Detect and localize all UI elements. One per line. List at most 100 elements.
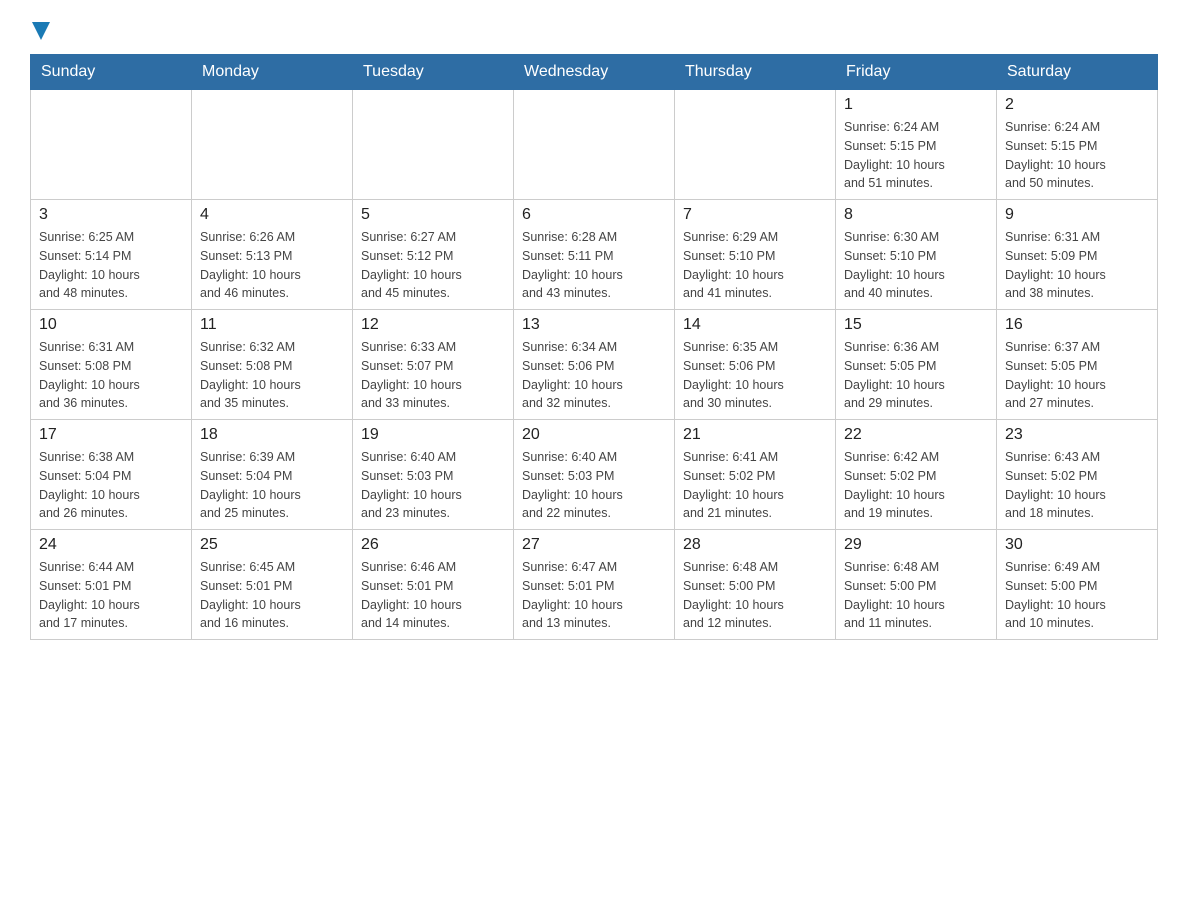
calendar-cell: 10 Sunrise: 6:31 AMSunset: 5:08 PMDayligh… [31,310,192,420]
day-number: 25 [200,536,344,554]
day-sun-info: Sunrise: 6:25 AMSunset: 5:14 PMDaylight:… [39,228,183,303]
day-sun-info: Sunrise: 6:49 AMSunset: 5:00 PMDaylight:… [1005,558,1149,633]
calendar-cell: 7 Sunrise: 6:29 AMSunset: 5:10 PMDaylight… [675,200,836,310]
calendar-week-row: 24 Sunrise: 6:44 AMSunset: 5:01 PMDayligh… [31,530,1158,640]
calendar-cell: 8 Sunrise: 6:30 AMSunset: 5:10 PMDaylight… [836,200,997,310]
calendar-cell: 18 Sunrise: 6:39 AMSunset: 5:04 PMDayligh… [192,420,353,530]
day-number: 3 [39,206,183,224]
page-header [30,20,1158,36]
day-number: 29 [844,536,988,554]
day-sun-info: Sunrise: 6:46 AMSunset: 5:01 PMDaylight:… [361,558,505,633]
day-sun-info: Sunrise: 6:37 AMSunset: 5:05 PMDaylight:… [1005,338,1149,413]
calendar-cell: 17 Sunrise: 6:38 AMSunset: 5:04 PMDayligh… [31,420,192,530]
day-number: 13 [522,316,666,334]
weekday-header-thursday: Thursday [675,55,836,90]
calendar-cell: 24 Sunrise: 6:44 AMSunset: 5:01 PMDayligh… [31,530,192,640]
day-number: 12 [361,316,505,334]
calendar-cell: 23Sunrise: 6:43 AMSunset: 5:02 PMDayligh… [997,420,1158,530]
day-number: 21 [683,426,827,444]
calendar-cell: 30 Sunrise: 6:49 AMSunset: 5:00 PMDayligh… [997,530,1158,640]
weekday-header-row: SundayMondayTuesdayWednesdayThursdayFrid… [31,55,1158,90]
day-sun-info: Sunrise: 6:39 AMSunset: 5:04 PMDaylight:… [200,448,344,523]
calendar-cell: 20 Sunrise: 6:40 AMSunset: 5:03 PMDayligh… [514,420,675,530]
day-sun-info: Sunrise: 6:34 AMSunset: 5:06 PMDaylight:… [522,338,666,413]
calendar-cell: 1Sunrise: 6:24 AMSunset: 5:15 PMDaylight… [836,90,997,200]
calendar-cell: 2 Sunrise: 6:24 AMSunset: 5:15 PMDaylight… [997,90,1158,200]
calendar-cell: 11 Sunrise: 6:32 AMSunset: 5:08 PMDayligh… [192,310,353,420]
weekday-header-monday: Monday [192,55,353,90]
day-sun-info: Sunrise: 6:36 AMSunset: 5:05 PMDaylight:… [844,338,988,413]
day-number: 15 [844,316,988,334]
day-number: 27 [522,536,666,554]
weekday-header-sunday: Sunday [31,55,192,90]
calendar-cell: 4 Sunrise: 6:26 AMSunset: 5:13 PMDaylight… [192,200,353,310]
calendar-cell: 22 Sunrise: 6:42 AMSunset: 5:02 PMDayligh… [836,420,997,530]
day-number: 16 [1005,316,1149,334]
calendar-cell: 9Sunrise: 6:31 AMSunset: 5:09 PMDaylight… [997,200,1158,310]
weekday-header-saturday: Saturday [997,55,1158,90]
day-sun-info: Sunrise: 6:24 AMSunset: 5:15 PMDaylight:… [1005,118,1149,193]
calendar-cell: 12 Sunrise: 6:33 AMSunset: 5:07 PMDayligh… [353,310,514,420]
day-sun-info: Sunrise: 6:44 AMSunset: 5:01 PMDaylight:… [39,558,183,633]
day-number: 26 [361,536,505,554]
day-sun-info: Sunrise: 6:28 AMSunset: 5:11 PMDaylight:… [522,228,666,303]
calendar-cell: 28Sunrise: 6:48 AMSunset: 5:00 PMDayligh… [675,530,836,640]
day-sun-info: Sunrise: 6:38 AMSunset: 5:04 PMDaylight:… [39,448,183,523]
calendar-cell: 13 Sunrise: 6:34 AMSunset: 5:06 PMDayligh… [514,310,675,420]
weekday-header-wednesday: Wednesday [514,55,675,90]
calendar-cell: 25 Sunrise: 6:45 AMSunset: 5:01 PMDayligh… [192,530,353,640]
calendar-week-row: 10 Sunrise: 6:31 AMSunset: 5:08 PMDayligh… [31,310,1158,420]
day-number: 30 [1005,536,1149,554]
calendar-week-row: 17 Sunrise: 6:38 AMSunset: 5:04 PMDayligh… [31,420,1158,530]
day-number: 17 [39,426,183,444]
day-number: 9 [1005,206,1149,224]
day-number: 14 [683,316,827,334]
day-sun-info: Sunrise: 6:47 AMSunset: 5:01 PMDaylight:… [522,558,666,633]
day-sun-info: Sunrise: 6:41 AMSunset: 5:02 PMDaylight:… [683,448,827,523]
day-number: 4 [200,206,344,224]
calendar-cell: 15 Sunrise: 6:36 AMSunset: 5:05 PMDayligh… [836,310,997,420]
day-sun-info: Sunrise: 6:26 AMSunset: 5:13 PMDaylight:… [200,228,344,303]
day-number: 7 [683,206,827,224]
calendar-week-row: 1Sunrise: 6:24 AMSunset: 5:15 PMDaylight… [31,90,1158,200]
day-sun-info: Sunrise: 6:30 AMSunset: 5:10 PMDaylight:… [844,228,988,303]
calendar-cell: 6 Sunrise: 6:28 AMSunset: 5:11 PMDaylight… [514,200,675,310]
day-number: 6 [522,206,666,224]
logo-triangle-icon [32,22,50,40]
day-sun-info: Sunrise: 6:29 AMSunset: 5:10 PMDaylight:… [683,228,827,303]
day-sun-info: Sunrise: 6:33 AMSunset: 5:07 PMDaylight:… [361,338,505,413]
calendar-cell [353,90,514,200]
calendar-cell [514,90,675,200]
day-sun-info: Sunrise: 6:40 AMSunset: 5:03 PMDaylight:… [522,448,666,523]
calendar-cell: 27 Sunrise: 6:47 AMSunset: 5:01 PMDayligh… [514,530,675,640]
day-number: 2 [1005,96,1149,114]
calendar-cell: 26 Sunrise: 6:46 AMSunset: 5:01 PMDayligh… [353,530,514,640]
day-number: 19 [361,426,505,444]
calendar-cell: 5Sunrise: 6:27 AMSunset: 5:12 PMDaylight… [353,200,514,310]
day-number: 24 [39,536,183,554]
day-number: 22 [844,426,988,444]
calendar-cell: 14 Sunrise: 6:35 AMSunset: 5:06 PMDayligh… [675,310,836,420]
day-sun-info: Sunrise: 6:24 AMSunset: 5:15 PMDaylight:… [844,118,988,193]
day-sun-info: Sunrise: 6:45 AMSunset: 5:01 PMDaylight:… [200,558,344,633]
day-number: 10 [39,316,183,334]
day-number: 11 [200,316,344,334]
day-sun-info: Sunrise: 6:32 AMSunset: 5:08 PMDaylight:… [200,338,344,413]
weekday-header-tuesday: Tuesday [353,55,514,90]
day-number: 20 [522,426,666,444]
calendar-header: SundayMondayTuesdayWednesdayThursdayFrid… [31,55,1158,90]
day-sun-info: Sunrise: 6:27 AMSunset: 5:12 PMDaylight:… [361,228,505,303]
day-sun-info: Sunrise: 6:42 AMSunset: 5:02 PMDaylight:… [844,448,988,523]
calendar-cell [675,90,836,200]
calendar-table: SundayMondayTuesdayWednesdayThursdayFrid… [30,54,1158,640]
calendar-cell: 21 Sunrise: 6:41 AMSunset: 5:02 PMDayligh… [675,420,836,530]
calendar-cell: 29Sunrise: 6:48 AMSunset: 5:00 PMDayligh… [836,530,997,640]
calendar-body: 1Sunrise: 6:24 AMSunset: 5:15 PMDaylight… [31,90,1158,640]
day-number: 28 [683,536,827,554]
day-sun-info: Sunrise: 6:31 AMSunset: 5:08 PMDaylight:… [39,338,183,413]
day-number: 8 [844,206,988,224]
calendar-week-row: 3 Sunrise: 6:25 AMSunset: 5:14 PMDaylight… [31,200,1158,310]
day-number: 18 [200,426,344,444]
day-sun-info: Sunrise: 6:35 AMSunset: 5:06 PMDaylight:… [683,338,827,413]
calendar-cell: 16 Sunrise: 6:37 AMSunset: 5:05 PMDayligh… [997,310,1158,420]
